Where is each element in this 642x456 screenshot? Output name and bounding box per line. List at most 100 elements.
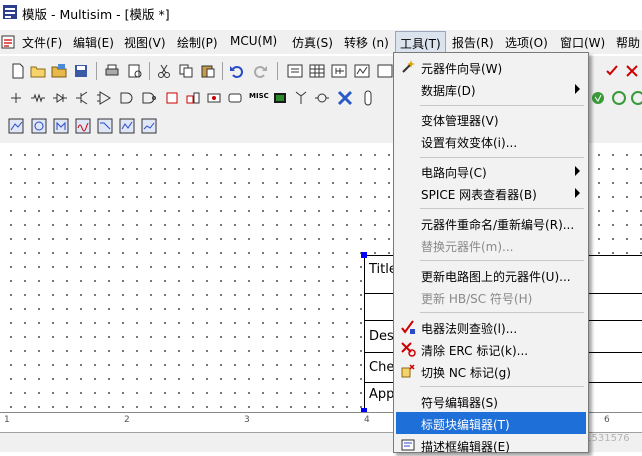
place-antenna-icon[interactable] — [293, 90, 309, 106]
place-connector-icon[interactable] — [360, 90, 376, 106]
menu-item-update-hb-sc-symbols[interactable]: 更新 HB/SC 符号(H) — [396, 286, 586, 308]
title-bar: 模版 - Multisim - [模版 *] — [0, 0, 642, 25]
title-block-desc-label: Des — [369, 329, 394, 344]
cut-icon[interactable] — [156, 63, 172, 79]
menu-item-clear-erc-markers[interactable]: 清除 ERC 标记(k)... — [396, 338, 586, 360]
menu-item-database[interactable]: 数据库(D) — [396, 78, 586, 100]
menu-item-label: 电器法则查验(l)... — [421, 322, 518, 336]
menu-item-label: 更新 HB/SC 符号(H) — [421, 292, 533, 306]
instrument-frequency-counter-icon[interactable] — [119, 118, 135, 134]
place-misc-label[interactable]: MISC — [249, 92, 269, 100]
menu-item-label: 替换元器件(m)... — [421, 240, 514, 254]
toolbar-separator — [277, 62, 278, 80]
menu-item-title-block-editor[interactable]: 标题块编辑器(T) — [396, 412, 586, 434]
menu-mcu[interactable]: MCU(M) — [230, 34, 277, 48]
new-file-icon[interactable] — [10, 63, 26, 79]
menu-simulate[interactable]: 仿真(S) — [292, 34, 333, 51]
menu-file[interactable]: 文件(F) — [22, 34, 62, 51]
open-sample-icon[interactable] — [51, 63, 67, 79]
virtual-green-icon[interactable] — [590, 90, 606, 106]
menu-separator — [420, 105, 584, 106]
toolbar-separator — [222, 62, 223, 80]
menu-item-label: SPICE 网表查看器(B) — [421, 188, 537, 202]
menu-item-update-components[interactable]: 更新电路图上的元器件(U)... — [396, 264, 586, 286]
clear-erc-toolbar-icon[interactable] — [624, 63, 640, 79]
place-mixed-icon[interactable] — [206, 90, 222, 106]
place-cmos-icon[interactable] — [140, 90, 156, 106]
selection-handle[interactable] — [361, 252, 367, 258]
menu-item-symbol-editor[interactable]: 符号编辑器(S) — [396, 390, 586, 412]
title-block-checked-label: Che — [369, 360, 395, 375]
ruler-mark: 6 — [604, 415, 610, 425]
menu-item-component-wizard[interactable]: 元器件向导(W) — [396, 56, 586, 78]
title-block-approved-label: App — [369, 387, 395, 402]
place-rf-icon[interactable] — [272, 90, 288, 106]
copy-icon[interactable] — [178, 63, 194, 79]
menu-options[interactable]: 选项(O) — [505, 34, 548, 51]
menu-item-label: 元器件向导(W) — [421, 62, 503, 76]
place-indicator-icon[interactable] — [227, 90, 243, 106]
save-icon[interactable] — [73, 63, 89, 79]
menu-separator — [420, 260, 584, 261]
ruler-mark: 4 — [364, 415, 370, 425]
menu-item-label: 设置有效变体(i)... — [421, 136, 518, 150]
menu-item-toggle-nc-marker[interactable]: 切换 NC 标记(g) — [396, 360, 586, 382]
menu-item-electrical-rules-check[interactable]: 电器法则查验(l)... — [396, 316, 586, 338]
spreadsheet-icon[interactable] — [309, 63, 325, 79]
menu-item-label: 变体管理器(V) — [421, 114, 499, 128]
menu-transfer[interactable]: 转移 (n) — [344, 34, 389, 51]
open-folder-icon[interactable] — [30, 63, 46, 79]
menu-item-set-active-variant[interactable]: 设置有效变体(i)... — [396, 130, 586, 152]
grapher-icon[interactable] — [354, 63, 370, 79]
place-ni-icon[interactable] — [337, 90, 353, 106]
place-basic-icon[interactable] — [30, 90, 46, 106]
menu-item-circuit-wizards[interactable]: 电路向导(C) — [396, 160, 586, 182]
menu-item-label: 清除 ERC 标记(k)... — [421, 344, 529, 358]
virtual-probe-icon[interactable] — [611, 90, 627, 106]
instrument-word-generator-icon[interactable] — [141, 118, 157, 134]
place-source-icon[interactable] — [8, 90, 24, 106]
instrument-multimeter-icon[interactable] — [8, 118, 24, 134]
place-transistor-icon[interactable] — [74, 90, 90, 106]
view-grid-icon[interactable] — [287, 63, 303, 79]
postprocessor-icon[interactable] — [377, 63, 393, 79]
multisim-app-icon[interactable] — [3, 5, 17, 19]
virtual-more-icon[interactable] — [630, 90, 642, 106]
component-wizard-icon — [402, 60, 415, 73]
menu-item-replace-components[interactable]: 替换元器件(m)... — [396, 234, 586, 256]
paste-icon[interactable] — [200, 63, 216, 79]
menu-bar: 文件(F) 编辑(E) 视图(V) 绘制(P) MCU(M) 仿真(S) 转移 … — [0, 30, 642, 56]
menu-help[interactable]: 帮助 — [616, 34, 640, 51]
menu-window[interactable]: 窗口(W) — [560, 34, 605, 51]
print-preview-icon[interactable] — [127, 63, 143, 79]
menu-item-description-box-editor[interactable]: 描述框编辑器(E) — [396, 434, 586, 456]
menu-item-variant-manager[interactable]: 变体管理器(V) — [396, 108, 586, 130]
instrument-function-generator-icon[interactable] — [31, 118, 47, 134]
print-icon[interactable] — [104, 63, 120, 79]
erc-toolbar-icon[interactable] — [604, 63, 620, 79]
submenu-arrow-icon — [575, 166, 580, 176]
menu-item-rename-renumber[interactable]: 元器件重命名/重新编号(R)... — [396, 212, 586, 234]
instrument-wattmeter-icon[interactable] — [53, 118, 69, 134]
menu-item-spice-netlist-viewer[interactable]: SPICE 网表查看器(B) — [396, 182, 586, 204]
menu-reports[interactable]: 报告(R) — [452, 34, 494, 51]
place-mcu-icon[interactable] — [164, 90, 180, 106]
menu-place[interactable]: 绘制(P) — [177, 34, 218, 51]
menu-separator — [420, 312, 584, 313]
place-diode-icon[interactable] — [52, 90, 68, 106]
redo-icon[interactable] — [252, 63, 268, 79]
place-analog-icon[interactable] — [96, 90, 112, 106]
place-advanced-peripherals-icon[interactable] — [185, 90, 201, 106]
menu-edit[interactable]: 编辑(E) — [73, 34, 114, 51]
toolbar-separator — [149, 62, 150, 80]
instrument-oscilloscope-icon[interactable] — [75, 118, 91, 134]
menu-view[interactable]: 视图(V) — [124, 34, 166, 51]
database-view-icon[interactable] — [331, 63, 347, 79]
place-ttl-icon[interactable] — [118, 90, 134, 106]
ruler-mark: 1 — [4, 415, 10, 425]
toggle-nc-icon — [401, 364, 415, 378]
document-menu-icon[interactable] — [0, 34, 16, 50]
undo-icon[interactable] — [229, 63, 245, 79]
place-electromechanical-icon[interactable] — [314, 90, 330, 106]
instrument-bode-plotter-icon[interactable] — [97, 118, 113, 134]
